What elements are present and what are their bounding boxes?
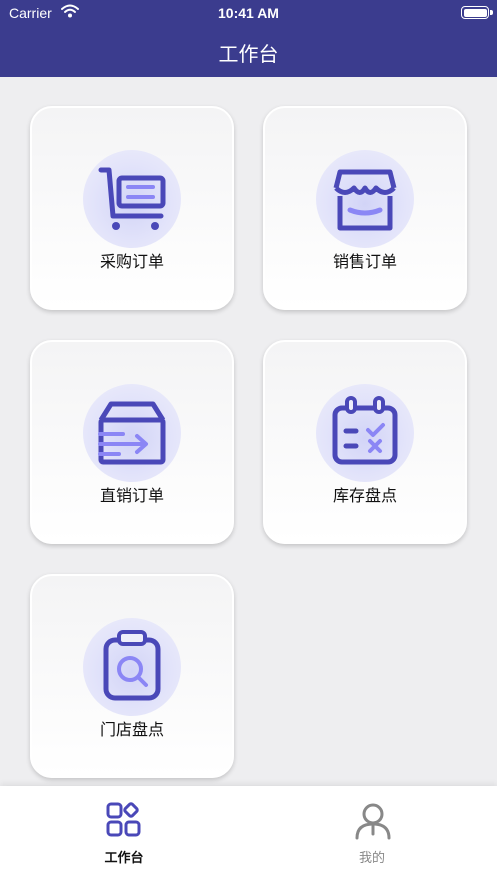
person-icon: [355, 803, 391, 840]
clipboard-search-icon: [83, 618, 181, 716]
grid-icon: [106, 802, 141, 837]
card-label: 直销订单: [99, 486, 164, 505]
calendar-check-icon: [316, 384, 414, 482]
purchase-order-card[interactable]: 采购订单: [30, 106, 234, 310]
tab-workbench[interactable]: 工作台: [0, 786, 248, 883]
shopping-cart-icon: [83, 150, 181, 248]
card-label: 销售订单: [332, 252, 397, 271]
card-label: 采购订单: [99, 252, 164, 271]
status-bar: Carrier 10:41 AM: [0, 0, 497, 28]
store-count-card[interactable]: 门店盘点: [30, 574, 234, 778]
page-title: 工作台: [218, 42, 279, 66]
card-label: 库存盘点: [332, 486, 397, 505]
status-time: 10:41 AM: [218, 5, 279, 21]
storefront-icon: [316, 150, 414, 248]
tab-bar: 工作台 我的: [0, 786, 497, 883]
box-arrow-icon: [83, 384, 181, 482]
sales-order-card[interactable]: 销售订单: [263, 106, 467, 310]
tab-label: 工作台: [104, 851, 144, 866]
inventory-count-card[interactable]: 库存盘点: [263, 340, 467, 544]
battery-tip: [490, 10, 493, 15]
tab-profile[interactable]: 我的: [248, 786, 496, 883]
header: Carrier 10:41 AM 工作台: [0, 0, 497, 77]
card-label: 门店盘点: [99, 720, 164, 739]
tab-label: 我的: [358, 851, 385, 866]
battery-icon: [461, 6, 489, 19]
direct-sales-card[interactable]: 直销订单: [30, 340, 234, 544]
